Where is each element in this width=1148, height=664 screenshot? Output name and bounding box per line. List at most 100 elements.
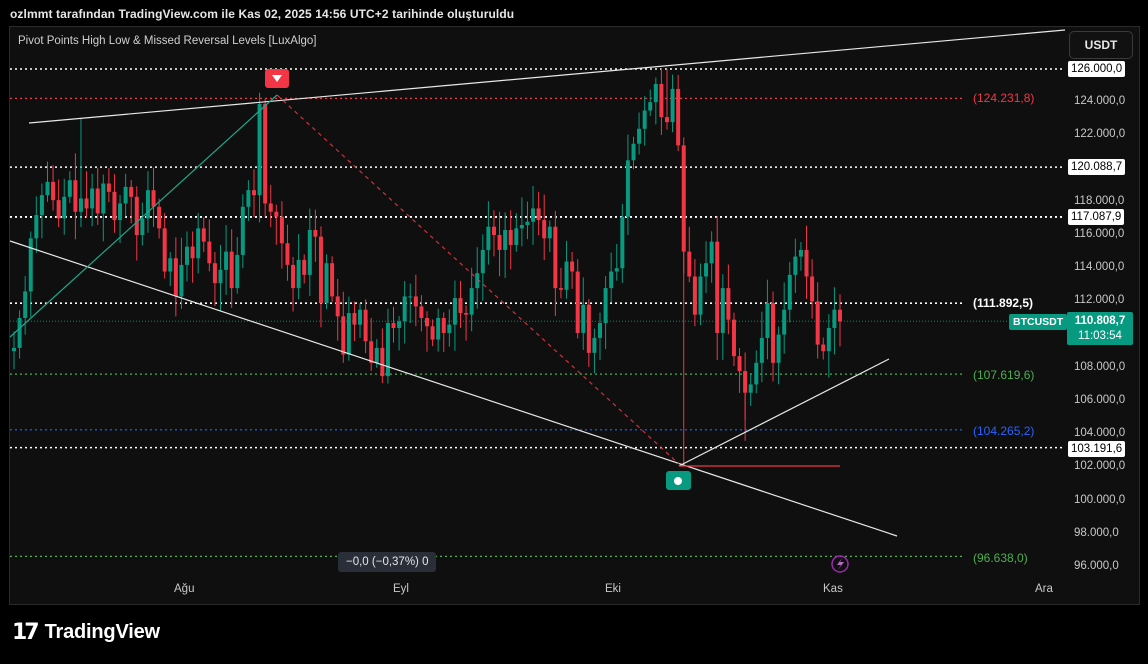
candle [296,234,301,300]
candle [101,174,106,242]
candle [106,168,111,203]
candle [173,237,178,317]
candle-body [798,249,803,257]
candle-body [73,180,78,212]
candle-body [374,347,379,363]
price-axis-label: 114.000,0 [1074,261,1125,274]
candle-body [151,190,156,207]
candle-body [201,228,206,242]
candle [525,201,530,240]
candle-body [782,309,787,335]
level-label-96638: (96.638,0) [973,551,1028,565]
candle [268,184,273,227]
candle [776,326,781,385]
candle-body [134,196,139,235]
candle-body [425,318,429,327]
price-axis-label: 96.000,0 [1074,560,1119,572]
candle [425,311,429,352]
candle-body [302,259,307,275]
candle [726,264,731,335]
candle [385,308,390,384]
candle [570,251,575,289]
candle-body [246,190,251,207]
candle-body [179,264,184,297]
price-axis-label: 102.000,0 [1074,460,1126,473]
candle [575,259,580,339]
candle [430,319,435,347]
time-axis-label: Eyl [393,583,409,595]
candle [531,186,536,245]
candle-body [715,241,720,333]
candle-body [586,304,591,353]
candle-body [318,236,323,304]
candle-body [78,198,83,212]
candle-body [218,269,223,284]
candle-body [45,181,50,196]
candle-body [525,221,530,226]
candle [112,174,117,233]
candle [441,312,446,352]
candle [475,247,480,309]
candle-body [391,322,396,328]
candle-body [62,196,67,219]
indicator-title[interactable]: Pivot Points High Low & Missed Reversal … [18,35,317,47]
candle-body [598,322,603,338]
candle [804,225,809,299]
candle-body [625,160,630,217]
level-label-107619: (107.619,6) [973,368,1035,382]
candle [821,337,826,360]
candle [598,312,603,361]
candle-body [67,180,72,197]
candle-body [581,304,586,333]
candle [358,303,363,338]
lightning-icon[interactable] [831,555,849,573]
candle [704,241,709,293]
candle [670,74,675,133]
candle-body [709,241,714,264]
candle-body [564,261,569,290]
candle [185,231,190,282]
candle-body [838,309,842,322]
candle-body [771,303,776,363]
candle [402,280,407,344]
candle [614,243,619,281]
pivot-high-marker[interactable] [265,69,289,88]
candle-body [224,251,229,270]
candle-body [748,384,753,393]
candle-body [140,218,145,235]
candle-body [212,263,217,284]
candle-body [491,226,496,235]
candle [514,213,519,252]
candle [564,240,569,299]
candle-body [330,263,335,297]
currency-button[interactable]: USDT [1069,31,1133,59]
candle-body [240,206,245,255]
candle [508,210,513,270]
level-label-104265: (104.265,2) [973,424,1035,438]
candle [224,225,229,295]
current-price-badge: 110.808,7 11:03:54 [1067,312,1133,345]
pivot-low-marker[interactable] [666,471,691,490]
candle-body [815,301,820,345]
candle [380,328,385,384]
candle [838,294,842,347]
candle-body [307,230,312,275]
candle [190,231,195,283]
candle [307,208,312,297]
candle-body [614,268,619,272]
candle-body [341,316,346,355]
candle [581,277,586,350]
candle-body [821,344,826,352]
candle-body [737,356,742,372]
candle-body [118,203,123,221]
candle [335,278,340,341]
candle [263,98,268,217]
tv-logo-text: TradingView [44,621,160,643]
candle-body [458,298,463,314]
candle-body [676,88,681,146]
candle-body [648,102,653,111]
candle [229,229,234,308]
candle-body [419,306,424,318]
candle [542,194,547,261]
candle [28,231,33,317]
